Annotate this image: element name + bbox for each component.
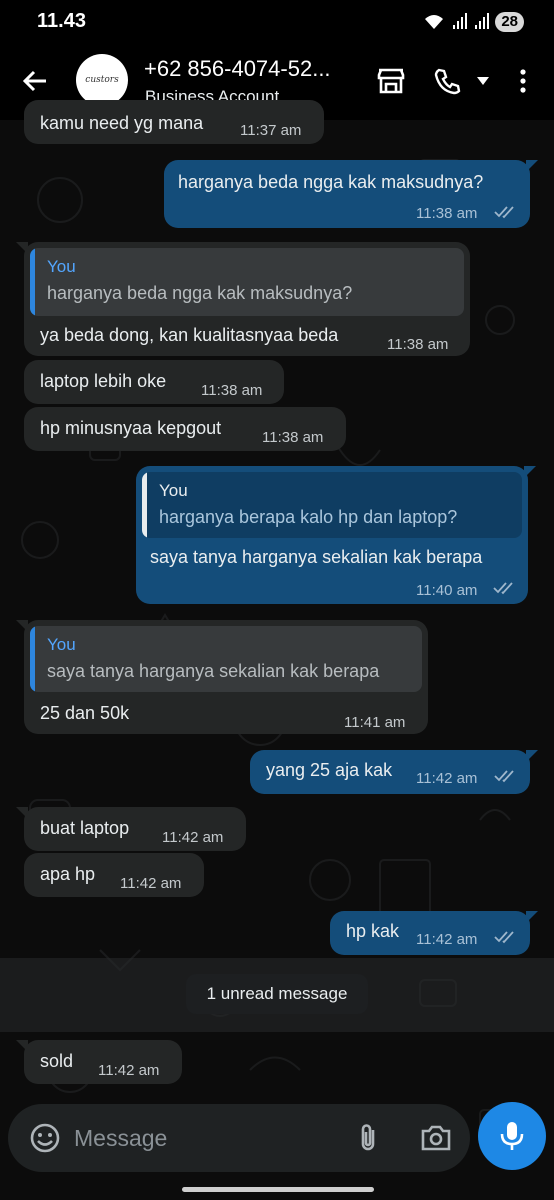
signal-icon-2 <box>475 13 490 29</box>
voice-record-button[interactable] <box>478 1102 546 1170</box>
message-text: sold <box>40 1051 74 1071</box>
message-incoming[interactable]: hp minusnyaa kepgout 11:38 am <box>24 407 346 451</box>
status-icons: 28 <box>423 9 524 35</box>
status-time: 11.43 <box>37 10 86 32</box>
back-button[interactable] <box>18 64 52 98</box>
message-text: apa hp <box>40 864 96 884</box>
message-text: hp minusnyaa kepgout <box>40 418 222 438</box>
message-text: yang 25 aja kak <box>266 760 393 780</box>
store-icon <box>377 68 405 94</box>
contact-avatar[interactable]: custors <box>76 54 128 106</box>
message-incoming[interactable]: apa hp 11:42 am <box>24 853 204 897</box>
phone-icon <box>434 68 461 95</box>
store-button[interactable] <box>374 64 408 98</box>
message-time: 11:42 am <box>120 875 182 892</box>
message-input[interactable] <box>74 1114 344 1162</box>
message-text: 25 dan 50k <box>40 703 130 723</box>
message-text: harganya beda ngga kak maksudnya? <box>178 172 484 192</box>
signal-icon <box>453 13 468 29</box>
call-options-button[interactable] <box>466 64 500 98</box>
camera-icon[interactable] <box>419 1121 453 1155</box>
mic-icon <box>500 1122 524 1150</box>
chevron-down-icon <box>477 77 489 85</box>
unread-message-pill: 1 unread message <box>186 974 368 1014</box>
double-check-icon <box>493 582 513 595</box>
contact-name[interactable]: +62 856-4074-52... <box>144 56 356 82</box>
message-time: 11:42 am <box>98 1062 160 1079</box>
paperclip-icon[interactable] <box>351 1121 385 1155</box>
call-button[interactable] <box>430 64 464 98</box>
quote-author: You <box>159 481 188 500</box>
quoted-message[interactable]: You harganya beda ngga kak maksudnya? <box>30 248 464 316</box>
message-outgoing[interactable]: hp kak 11:42 am <box>330 911 530 955</box>
message-incoming[interactable]: laptop lebih oke 11:38 am <box>24 360 284 404</box>
avatar-logo-text: custors <box>85 75 119 85</box>
message-text: buat laptop <box>40 818 130 838</box>
message-time: 11:38 am <box>262 429 324 446</box>
emoji-icon[interactable] <box>28 1121 62 1155</box>
status-bar: 11.43 28 <box>0 0 554 44</box>
message-text: laptop lebih oke <box>40 371 167 391</box>
quote-accent-bar <box>30 248 35 316</box>
message-time: 11:37 am <box>240 122 302 139</box>
more-vert-icon <box>520 69 526 93</box>
battery-indicator: 28 <box>495 12 524 32</box>
message-time: 11:42 am <box>416 770 478 787</box>
message-incoming[interactable]: sold 11:42 am <box>24 1040 182 1084</box>
chat-screen: 11.43 28 custors +62 856-4074-52... Busi… <box>0 0 554 1200</box>
message-time: 11:40 am <box>416 582 478 599</box>
quoted-message[interactable]: You saya tanya harganya sekalian kak ber… <box>30 626 422 692</box>
quote-text: saya tanya harganya sekalian kak berapa <box>47 661 380 681</box>
message-time: 11:42 am <box>162 829 224 846</box>
message-incoming[interactable]: buat laptop 11:42 am <box>24 807 246 851</box>
quote-accent-bar <box>30 626 35 692</box>
message-time: 11:38 am <box>201 382 263 399</box>
message-text: ya beda dong, kan kualitasnyaa beda <box>40 325 339 345</box>
home-indicator[interactable] <box>182 1187 374 1192</box>
message-incoming[interactable]: You harganya beda ngga kak maksudnya? ya… <box>24 242 470 356</box>
message-time: 11:38 am <box>387 336 449 353</box>
message-outgoing[interactable]: harganya beda ngga kak maksudnya? 11:38 … <box>164 160 530 228</box>
message-text: kamu need yg mana <box>40 113 204 133</box>
message-text: saya tanya harganya sekalian kak berapa <box>150 547 483 567</box>
quote-text: harganya beda ngga kak maksudnya? <box>47 283 353 303</box>
message-outgoing[interactable]: You harganya berapa kalo hp dan laptop? … <box>136 466 528 604</box>
message-text: hp kak <box>346 921 400 941</box>
double-check-icon <box>494 206 514 219</box>
message-outgoing[interactable]: yang 25 aja kak 11:42 am <box>250 750 530 794</box>
message-time: 11:41 am <box>344 714 406 731</box>
message-composer <box>8 1104 470 1172</box>
back-arrow-icon <box>22 70 46 92</box>
quoted-message[interactable]: You harganya berapa kalo hp dan laptop? <box>142 472 522 538</box>
double-check-icon <box>494 931 514 944</box>
quote-author: You <box>47 257 76 276</box>
more-options-button[interactable] <box>506 64 540 98</box>
message-time: 11:42 am <box>416 931 478 948</box>
message-incoming[interactable]: kamu need yg mana 11:37 am <box>24 100 324 144</box>
quote-text: harganya berapa kalo hp dan laptop? <box>159 507 458 527</box>
message-time: 11:38 am <box>416 205 478 222</box>
message-incoming[interactable]: You saya tanya harganya sekalian kak ber… <box>24 620 428 734</box>
wifi-icon <box>425 15 444 29</box>
double-check-icon <box>494 770 514 783</box>
quote-accent-bar <box>142 472 147 538</box>
quote-author: You <box>47 635 76 654</box>
